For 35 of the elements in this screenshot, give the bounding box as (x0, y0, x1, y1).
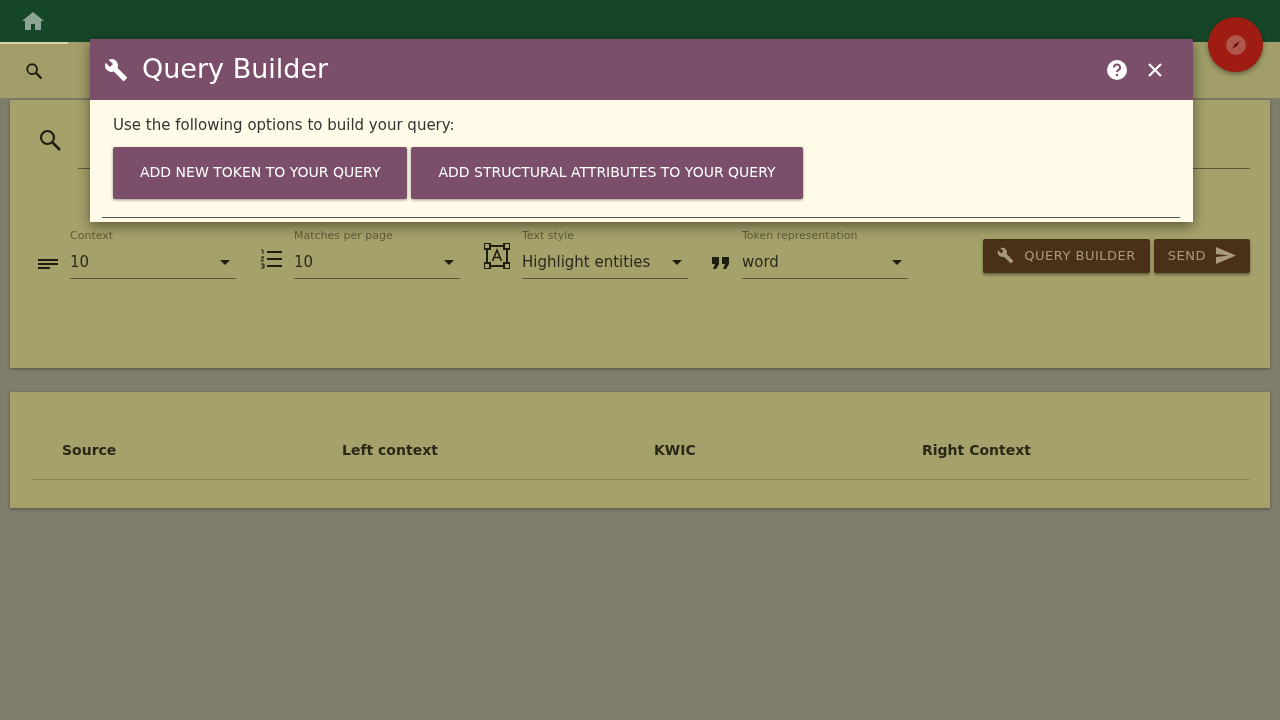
select-field[interactable]: Context 10 (70, 232, 236, 279)
dropdown-caret-icon (892, 259, 902, 265)
select-field[interactable]: Token representation word (742, 232, 908, 279)
compass-icon (1225, 34, 1246, 55)
close-icon[interactable] (1147, 61, 1163, 78)
numbered-list-icon (260, 249, 282, 269)
select-field[interactable]: Text style Highlight entities (522, 232, 688, 279)
select-value: 10 (70, 251, 90, 273)
quote-icon (712, 257, 730, 269)
dialog-title: Query Builder (142, 52, 330, 87)
lines-icon (38, 259, 58, 269)
column-header: KWIC (653, 441, 697, 460)
query-builder-button[interactable]: QUERY BUILDER (983, 238, 1150, 273)
column-header: Source (61, 441, 118, 460)
dropdown-caret-icon (444, 259, 454, 265)
dialog-instructions: Use the following options to build your query: (113, 115, 456, 136)
column-header: Right Context (921, 441, 1032, 460)
column-header: Left context (341, 441, 439, 460)
wrench-icon (104, 57, 128, 82)
send-icon (1216, 247, 1236, 264)
dropdown-caret-icon (220, 259, 230, 265)
wrench-icon (997, 247, 1015, 264)
select-field[interactable]: Matches per page 10 (294, 232, 460, 279)
search-icon (38, 128, 62, 152)
text-frame-icon (484, 243, 510, 269)
dialog-button[interactable]: ADD STRUCTURAL ATTRIBUTES TO YOUR QUERY (411, 146, 803, 199)
select-value: 10 (294, 251, 314, 273)
dialog-button[interactable]: ADD NEW TOKEN TO YOUR QUERY (113, 146, 408, 199)
help-icon[interactable] (1107, 59, 1127, 80)
select-value: Highlight entities (522, 251, 651, 273)
home-icon[interactable] (22, 12, 44, 30)
select-value: word (742, 251, 779, 273)
send-button[interactable]: SEND (1153, 238, 1250, 273)
dropdown-caret-icon (672, 259, 682, 265)
search-icon (25, 62, 43, 80)
